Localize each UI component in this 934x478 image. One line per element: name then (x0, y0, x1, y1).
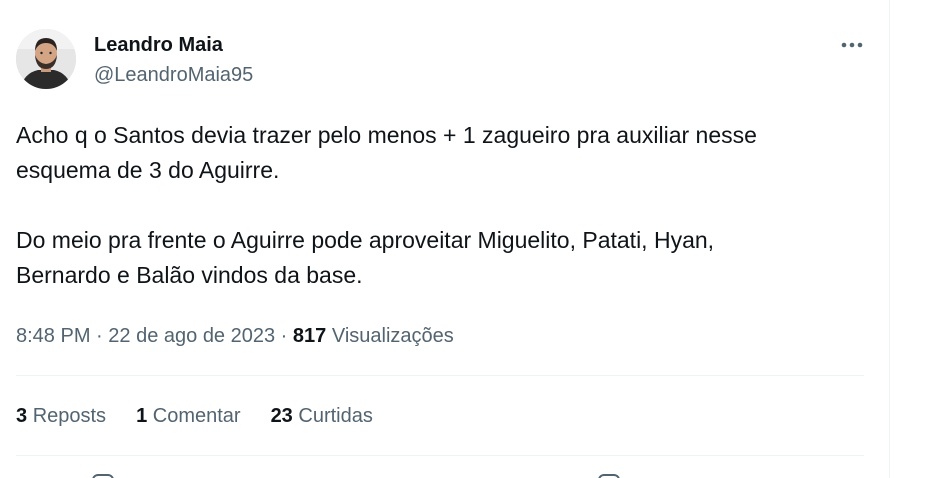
comments-count: 1 (136, 405, 148, 427)
meta-separator: · (96, 325, 103, 347)
likes-count: 23 (270, 405, 293, 427)
avatar-photo (16, 29, 76, 89)
tweet-meta: 8:48 PM · 22 de ago de 2023 · 817 Visual… (16, 322, 454, 350)
tweet-card: Leandro Maia @LeandroMaia95 Acho q o San… (0, 0, 890, 478)
tweet-date[interactable]: 22 de ago de 2023 (108, 325, 275, 347)
tweet-time[interactable]: 8:48 PM (16, 325, 90, 347)
divider (16, 375, 864, 376)
reposts-count: 3 (16, 405, 28, 427)
author-name[interactable]: Leandro Maia (94, 33, 223, 57)
tweet-text: Acho q o Santos devia trazer pelo menos … (16, 118, 876, 293)
tweet-paragraph: Do meio pra frente o Aguirre pode aprove… (16, 227, 715, 288)
likes-stat[interactable]: 23 Curtidas (271, 402, 373, 430)
more-horizontal-icon (841, 42, 863, 48)
more-options-button[interactable] (832, 28, 872, 62)
tweet-stats: 3 Reposts 1 Comentar 23 Curtidas (16, 402, 403, 430)
divider (16, 455, 864, 456)
action-bar (0, 470, 890, 478)
author-handle[interactable]: @LeandroMaia95 (94, 63, 253, 87)
views-label: Visualizações (331, 325, 454, 347)
likes-label: Curtidas (298, 405, 373, 427)
reply-icon[interactable] (92, 474, 114, 478)
comments-label: Comentar (152, 405, 241, 427)
views-count: 817 (292, 325, 327, 347)
reposts-stat[interactable]: 3 Reposts (16, 402, 106, 430)
tweet-paragraph: Acho q o Santos devia trazer pelo menos … (16, 122, 757, 183)
meta-separator: · (280, 325, 288, 347)
avatar[interactable] (16, 29, 76, 89)
reposts-label: Reposts (32, 405, 107, 427)
bookmark-icon[interactable] (598, 474, 620, 478)
comments-stat[interactable]: 1 Comentar (136, 402, 241, 430)
